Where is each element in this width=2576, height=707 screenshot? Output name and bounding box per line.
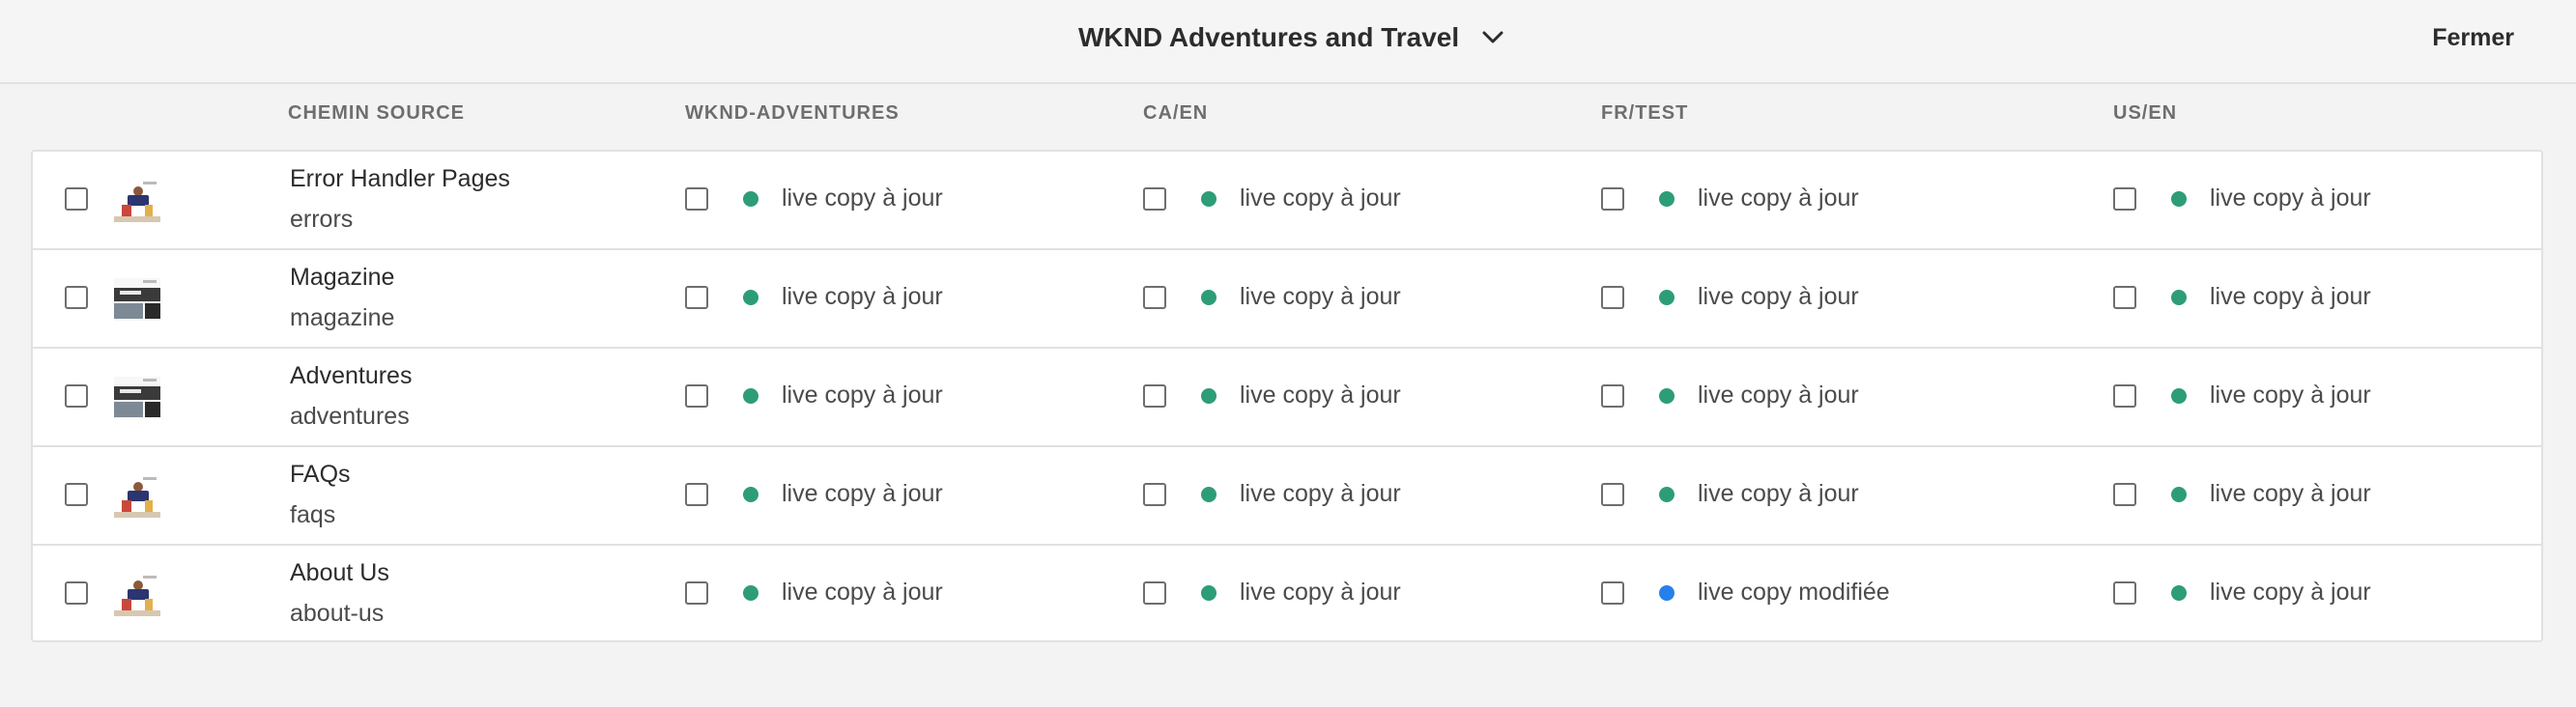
live-copy-status: live copy à jour <box>782 184 943 212</box>
column-header-wknd-adventures: WKND-ADVENTURES <box>685 102 900 124</box>
status-dot-up-to-date <box>1659 290 1674 305</box>
live-copy-checkbox[interactable] <box>2113 187 2136 211</box>
live-copy-checkbox[interactable] <box>685 286 708 309</box>
live-copy-status: live copy à jour <box>2210 579 2371 606</box>
status-dot-modified <box>1659 585 1674 601</box>
status-dot-up-to-date <box>743 487 758 502</box>
title-dropdown[interactable]: WKND Adventures and Travel <box>1078 17 1505 58</box>
live-copy-table: Error Handler Pages errors live copy à jou… <box>31 150 2543 642</box>
live-copy-checkbox[interactable] <box>1601 581 1624 605</box>
chevron-down-icon[interactable] <box>1480 25 1505 50</box>
live-copy-checkbox[interactable] <box>1601 286 1624 309</box>
live-copy-checkbox[interactable] <box>1143 286 1166 309</box>
live-copy-checkbox[interactable] <box>1143 581 1166 605</box>
live-copy-status: live copy à jour <box>1240 480 1401 507</box>
column-header-us-en: US/EN <box>2113 102 2178 124</box>
status-dot-up-to-date <box>1201 585 1216 601</box>
table-row[interactable]: Magazine magazine live copy à jour live cop… <box>33 250 2541 349</box>
status-dot-up-to-date <box>743 585 758 601</box>
live-copy-status: live copy à jour <box>782 579 943 606</box>
live-copy-status: live copy à jour <box>1698 480 1859 507</box>
live-copy-checkbox[interactable] <box>1601 384 1624 408</box>
status-dot-up-to-date <box>743 388 758 404</box>
live-copy-checkbox[interactable] <box>1601 187 1624 211</box>
page-name: Magazine <box>290 264 395 291</box>
page-title: WKND Adventures and Travel <box>1078 22 1460 52</box>
status-dot-up-to-date <box>1659 191 1674 207</box>
table-row[interactable]: About Us about-us live copy à jour live cop… <box>33 546 2541 644</box>
status-dot-up-to-date <box>2171 290 2187 305</box>
live-copy-status: live copy à jour <box>2210 382 2371 409</box>
live-copy-status: live copy modifiée <box>1698 579 1890 606</box>
table-row[interactable]: FAQs faqs live copy à jour live copy à jour… <box>33 447 2541 546</box>
live-copy-status: live copy à jour <box>1698 283 1859 310</box>
live-copy-checkbox[interactable] <box>2113 581 2136 605</box>
live-copy-status: live copy à jour <box>1240 579 1401 606</box>
runner-thumbnail <box>114 475 160 518</box>
live-copy-checkbox[interactable] <box>685 483 708 506</box>
row-checkbox[interactable] <box>65 581 88 605</box>
live-copy-checkbox[interactable] <box>1143 384 1166 408</box>
live-copy-status: live copy à jour <box>1240 184 1401 212</box>
status-dot-up-to-date <box>1201 191 1216 207</box>
page-path: faqs <box>290 501 336 528</box>
page-path: about-us <box>290 600 385 627</box>
row-checkbox[interactable] <box>65 384 88 408</box>
status-dot-up-to-date <box>2171 487 2187 502</box>
page-path: errors <box>290 206 354 233</box>
live-copy-checkbox[interactable] <box>2113 286 2136 309</box>
live-copy-status: live copy à jour <box>782 283 943 310</box>
live-copy-checkbox[interactable] <box>2113 384 2136 408</box>
live-copy-status: live copy à jour <box>2210 283 2371 310</box>
magazine-thumbnail <box>114 377 160 419</box>
live-copy-status: live copy à jour <box>2210 480 2371 507</box>
row-checkbox[interactable] <box>65 286 88 309</box>
page-path: magazine <box>290 304 395 331</box>
live-copy-checkbox[interactable] <box>685 187 708 211</box>
close-button[interactable]: Fermer <box>2432 17 2514 58</box>
column-header-ca-en: CA/EN <box>1143 102 1209 124</box>
live-copy-checkbox[interactable] <box>685 384 708 408</box>
status-dot-up-to-date <box>1201 487 1216 502</box>
status-dot-up-to-date <box>743 191 758 207</box>
column-header-fr-test: FR/TEST <box>1601 102 1689 124</box>
live-copy-status: live copy à jour <box>782 480 943 507</box>
table-row[interactable]: Adventures adventures live copy à jour live… <box>33 349 2541 447</box>
live-copy-status: live copy à jour <box>1240 283 1401 310</box>
row-checkbox[interactable] <box>65 187 88 211</box>
live-copy-checkbox[interactable] <box>2113 483 2136 506</box>
column-header-source-path: CHEMIN SOURCE <box>288 102 466 124</box>
status-dot-up-to-date <box>1659 487 1674 502</box>
live-copy-status: live copy à jour <box>782 382 943 409</box>
page-name: Adventures <box>290 362 413 389</box>
page-path: adventures <box>290 403 410 430</box>
top-bar: WKND Adventures and Travel Fermer <box>0 0 2576 84</box>
live-copy-checkbox[interactable] <box>1601 483 1624 506</box>
runner-thumbnail <box>114 574 160 616</box>
runner-thumbnail <box>114 180 160 222</box>
status-dot-up-to-date <box>2171 388 2187 404</box>
table-row[interactable]: Error Handler Pages errors live copy à jou… <box>33 152 2541 250</box>
page-name: FAQs <box>290 461 351 488</box>
status-dot-up-to-date <box>2171 191 2187 207</box>
live-copy-checkbox[interactable] <box>1143 483 1166 506</box>
live-copy-status: live copy à jour <box>1698 382 1859 409</box>
live-copy-status: live copy à jour <box>2210 184 2371 212</box>
status-dot-up-to-date <box>1659 388 1674 404</box>
status-dot-up-to-date <box>2171 585 2187 601</box>
live-copy-status: live copy à jour <box>1698 184 1859 212</box>
status-dot-up-to-date <box>1201 290 1216 305</box>
status-dot-up-to-date <box>743 290 758 305</box>
page-name: Error Handler Pages <box>290 165 510 192</box>
page-name: About Us <box>290 559 389 586</box>
live-copy-checkbox[interactable] <box>1143 187 1166 211</box>
status-dot-up-to-date <box>1201 388 1216 404</box>
row-checkbox[interactable] <box>65 483 88 506</box>
live-copy-status: live copy à jour <box>1240 382 1401 409</box>
magazine-thumbnail <box>114 278 160 321</box>
live-copy-checkbox[interactable] <box>685 581 708 605</box>
